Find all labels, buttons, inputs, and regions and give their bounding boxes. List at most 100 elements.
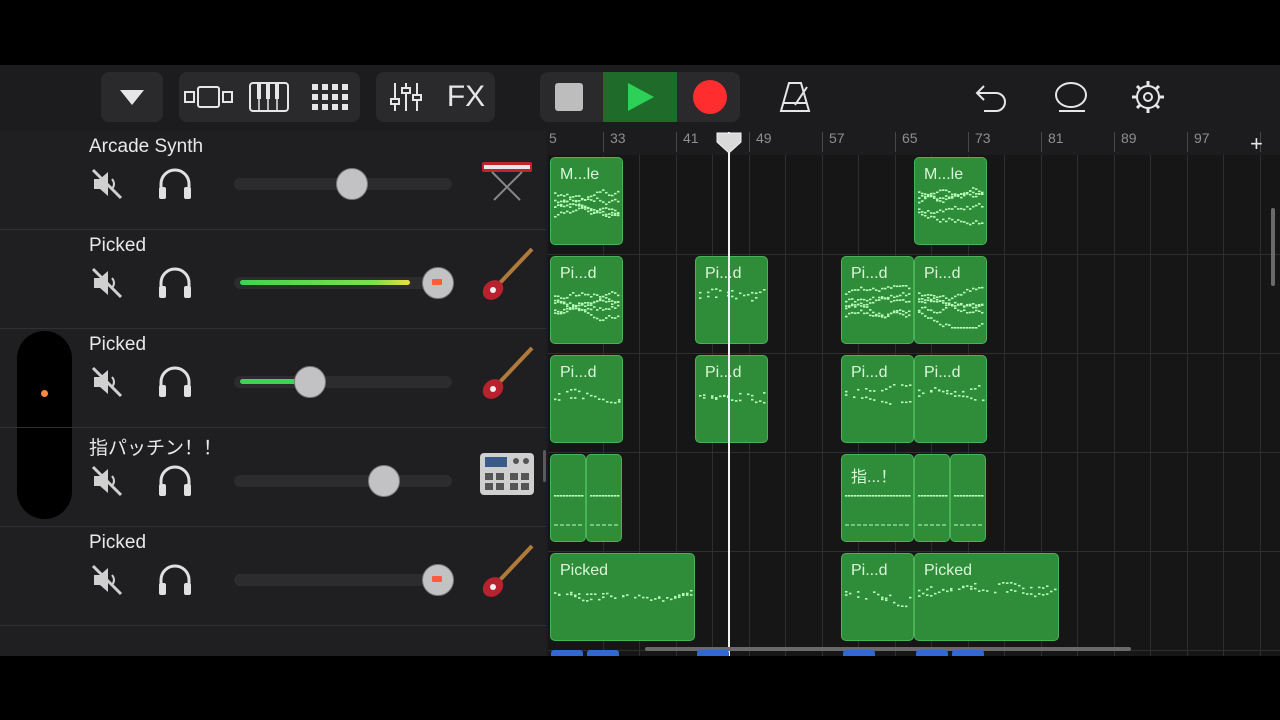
midi-note xyxy=(593,293,596,296)
mute-speaker-icon[interactable] xyxy=(90,266,124,300)
headphones-icon[interactable] xyxy=(156,464,194,498)
midi-note xyxy=(930,195,933,198)
track-name: 指パッチン！！ xyxy=(89,438,223,459)
volume-knob[interactable] xyxy=(422,267,454,299)
midi-note xyxy=(719,289,722,292)
midi-note xyxy=(975,327,978,329)
midi-note xyxy=(948,207,951,210)
track-header-picked-3[interactable]: Picked xyxy=(0,526,546,626)
midi-region[interactable]: Pi...d xyxy=(841,355,914,443)
drum-grid-button[interactable] xyxy=(301,72,359,122)
mute-speaker-icon[interactable] xyxy=(90,365,124,399)
midi-note xyxy=(614,597,617,599)
midi-region[interactable]: Pi...d xyxy=(841,256,914,344)
midi-note xyxy=(587,293,590,296)
ruler-label: 81 xyxy=(1048,130,1064,146)
loop-browser-button[interactable] xyxy=(1045,72,1097,122)
midi-region[interactable]: Pi...d xyxy=(841,553,914,641)
midi-region[interactable] xyxy=(950,454,986,542)
midi-note xyxy=(942,325,945,328)
midi-region[interactable]: Pi...d xyxy=(914,355,987,443)
vertical-scrollbar[interactable] xyxy=(1271,208,1275,286)
midi-note xyxy=(560,203,563,206)
midi-note xyxy=(560,312,563,315)
playhead[interactable] xyxy=(728,132,730,656)
midi-note xyxy=(869,495,872,497)
volume-knob[interactable] xyxy=(368,465,400,497)
headphones-icon[interactable] xyxy=(156,167,194,201)
toolbar: FX xyxy=(0,65,1280,130)
volume-slider[interactable] xyxy=(234,574,452,586)
midi-note xyxy=(887,286,890,288)
midi-note xyxy=(686,592,689,595)
drum-machine-icon[interactable] xyxy=(476,443,538,505)
volume-knob[interactable] xyxy=(336,168,368,200)
midi-note xyxy=(970,588,973,590)
midi-note xyxy=(972,191,975,194)
bar-ruler[interactable]: 5 33 41 49 57 65 73 81 89 97 xyxy=(548,130,1280,155)
midi-note xyxy=(957,309,960,312)
panel-resize-handle[interactable] xyxy=(543,450,546,482)
mute-speaker-icon[interactable] xyxy=(90,167,124,201)
midi-region[interactable]: Pi...d xyxy=(914,256,987,344)
midi-note xyxy=(739,292,742,295)
midi-region[interactable]: Pi...d xyxy=(550,355,623,443)
midi-note xyxy=(614,307,617,309)
stop-button[interactable] xyxy=(540,72,598,122)
track-header-finger-snap[interactable]: 指パッチン！！ xyxy=(0,427,546,527)
bass-guitar-icon[interactable] xyxy=(476,542,538,604)
headphones-icon[interactable] xyxy=(156,563,194,597)
volume-knob[interactable] xyxy=(294,366,326,398)
keyboard-button[interactable] xyxy=(239,72,299,122)
midi-region[interactable] xyxy=(586,454,622,542)
midi-note xyxy=(948,299,951,301)
midi-region[interactable]: Pi...d xyxy=(550,256,623,344)
midi-region[interactable]: Picked xyxy=(550,553,695,641)
midi-note xyxy=(1050,590,1053,593)
tracks-timeline[interactable]: M...le M...le Pi...d Pi...d Pi...d Pi...d Pi..… xyxy=(548,155,1280,656)
headphones-icon[interactable] xyxy=(156,365,194,399)
headphones-icon[interactable] xyxy=(156,266,194,300)
piano-keys-icon xyxy=(249,82,289,112)
settings-button[interactable] xyxy=(1122,72,1174,122)
mute-speaker-icon[interactable] xyxy=(90,563,124,597)
track-header-picked-1[interactable]: Picked xyxy=(0,229,546,329)
midi-region[interactable]: 指...！ xyxy=(841,454,914,542)
midi-note xyxy=(918,211,921,214)
midi-note xyxy=(927,299,930,302)
play-button[interactable] xyxy=(603,72,677,122)
undo-button[interactable] xyxy=(965,72,1017,122)
midi-note xyxy=(924,495,927,497)
midi-note xyxy=(715,288,718,290)
keyboard-synth-icon[interactable] xyxy=(476,146,538,208)
metronome-button[interactable] xyxy=(770,72,820,122)
midi-region[interactable]: M...le xyxy=(914,157,987,245)
midi-region[interactable] xyxy=(914,454,950,542)
midi-note xyxy=(599,495,602,497)
tracks-view-button[interactable] xyxy=(181,72,237,122)
mixer-button[interactable] xyxy=(378,72,434,122)
playhead-handle-icon[interactable] xyxy=(716,132,742,154)
fx-button[interactable]: FX xyxy=(438,72,494,122)
volume-knob[interactable] xyxy=(422,564,454,596)
volume-slider[interactable] xyxy=(234,475,452,487)
browser-menu-button[interactable] xyxy=(101,72,163,122)
midi-note xyxy=(711,395,714,397)
record-button[interactable] xyxy=(680,72,740,122)
track-header-arcade-synth[interactable]: Arcade Synth xyxy=(0,130,546,230)
midi-region[interactable]: Pi...d xyxy=(695,355,768,443)
add-section-button[interactable]: + xyxy=(1250,131,1263,157)
midi-note xyxy=(572,306,575,308)
bass-guitar-icon[interactable] xyxy=(476,344,538,406)
bass-guitar-icon[interactable] xyxy=(476,245,538,307)
midi-region[interactable]: M...le xyxy=(550,157,623,245)
midi-note xyxy=(670,598,673,601)
midi-note xyxy=(605,495,608,497)
mute-speaker-icon[interactable] xyxy=(90,464,124,498)
midi-note xyxy=(885,599,888,602)
midi-note xyxy=(554,495,557,497)
midi-region[interactable] xyxy=(550,454,586,542)
midi-region[interactable]: Pi...d xyxy=(695,256,768,344)
track-header-picked-2[interactable]: Picked xyxy=(0,328,546,428)
midi-region[interactable]: Picked xyxy=(914,553,1059,641)
